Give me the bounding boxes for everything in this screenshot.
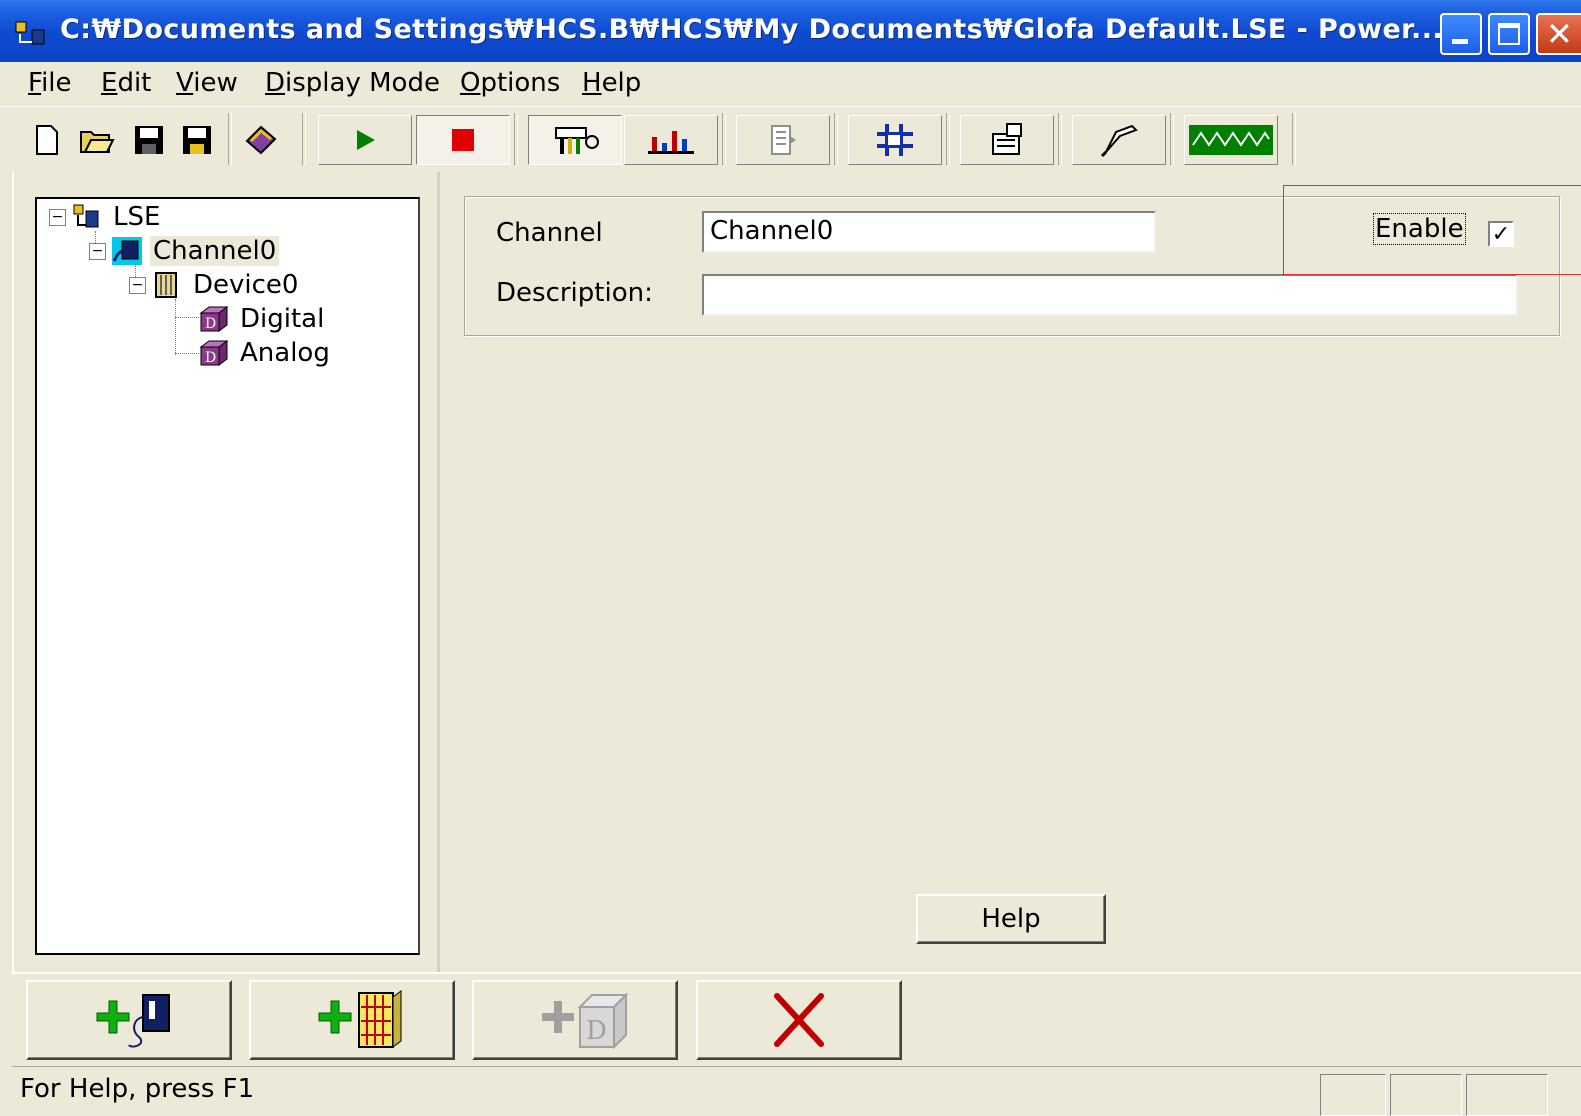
- svg-text:D: D: [205, 350, 216, 366]
- tree-node-digital[interactable]: D Digital: [199, 303, 327, 335]
- description-label: Description:: [496, 278, 653, 308]
- highlight-annotation: [1283, 185, 1581, 275]
- bar-chart-icon: [648, 131, 694, 154]
- title-bar[interactable]: C:₩Documents and Settings₩HCS.B₩HCS₩My D…: [0, 0, 1581, 62]
- collapse-icon[interactable]: −: [49, 208, 66, 226]
- signal-icon: [1189, 125, 1273, 155]
- stop-button[interactable]: [416, 115, 510, 165]
- window-title: C:₩Documents and Settings₩HCS.B₩HCS₩My D…: [60, 14, 1444, 45]
- data-block-icon: D: [199, 340, 229, 366]
- menu-display-mode[interactable]: Display Mode: [265, 68, 440, 98]
- help-button[interactable]: Help: [916, 894, 1106, 944]
- probe-icon: [1100, 124, 1138, 158]
- close-icon: ✕: [1546, 15, 1573, 53]
- status-pane: [1466, 1074, 1548, 1116]
- delete-button[interactable]: [696, 980, 902, 1060]
- save-as-icon: [183, 126, 211, 154]
- grid-icon: [877, 124, 913, 156]
- document-icon: [771, 125, 796, 155]
- menu-file[interactable]: File: [28, 68, 72, 98]
- add-channel-button[interactable]: [26, 980, 232, 1060]
- add-channel-icon: [96, 994, 170, 1048]
- add-device-button[interactable]: [249, 980, 455, 1060]
- collapse-icon[interactable]: −: [129, 276, 146, 294]
- channel-icon: [112, 237, 142, 265]
- tree-label-root: LSE: [113, 202, 161, 232]
- tree-node-analog[interactable]: D Analog: [199, 337, 333, 369]
- run-button[interactable]: [318, 115, 412, 165]
- project-tree[interactable]: − LSE − Channel0 − Device0 D Digital D A…: [35, 197, 420, 955]
- svg-text:D: D: [205, 316, 216, 332]
- add-data-block-icon: D: [542, 992, 629, 1050]
- delete-icon: [774, 993, 824, 1047]
- lse-icon: [73, 204, 99, 228]
- channel-label: Channel: [496, 218, 603, 248]
- channel-name-field[interactable]: Channel0: [702, 211, 1156, 253]
- maximize-button[interactable]: [1488, 13, 1530, 55]
- document-button[interactable]: [736, 115, 830, 165]
- description-field[interactable]: [702, 274, 1518, 316]
- new-file-icon: [36, 125, 58, 155]
- save-as-button[interactable]: [176, 117, 218, 163]
- tree-node-root[interactable]: − LSE: [49, 201, 163, 233]
- chart-button[interactable]: [624, 115, 718, 165]
- menu-view[interactable]: View: [176, 68, 238, 98]
- tools-icon: [555, 127, 599, 154]
- new-button[interactable]: [26, 117, 68, 163]
- save-icon: [135, 126, 163, 154]
- add-data-block-button[interactable]: D: [472, 980, 678, 1060]
- device-icon: [155, 272, 177, 298]
- data-block-icon: D: [199, 306, 229, 332]
- menu-options[interactable]: Options: [460, 68, 560, 98]
- probe-button[interactable]: [1072, 115, 1166, 165]
- maximize-icon: [1498, 23, 1520, 45]
- menu-bar: File Edit View Display Mode Options Help: [0, 62, 1581, 106]
- properties-icon: [992, 123, 1022, 155]
- tree-node-channel[interactable]: − Channel0: [89, 235, 280, 267]
- save-button[interactable]: [128, 117, 170, 163]
- toolbar: [0, 106, 1581, 172]
- properties-button[interactable]: [960, 115, 1054, 165]
- stop-icon: [452, 129, 474, 151]
- status-text: For Help, press F1: [20, 1074, 255, 1104]
- status-pane: [1320, 1074, 1386, 1116]
- collapse-icon[interactable]: −: [89, 242, 106, 260]
- tree-label-analog: Analog: [240, 338, 330, 368]
- run-icon: [357, 130, 375, 150]
- menu-help[interactable]: Help: [582, 68, 641, 98]
- add-device-icon: [318, 990, 402, 1048]
- open-button[interactable]: [76, 117, 118, 163]
- book-icon: [245, 125, 277, 155]
- minimize-button[interactable]: [1440, 13, 1482, 55]
- tree-label-channel: Channel0: [150, 236, 280, 266]
- status-pane: [1390, 1074, 1462, 1116]
- tree-label-device: Device0: [193, 270, 299, 300]
- tree-label-digital: Digital: [240, 304, 325, 334]
- app-icon: [15, 21, 45, 45]
- signal-button[interactable]: [1184, 115, 1278, 165]
- close-button[interactable]: ✕: [1536, 13, 1581, 55]
- tools-button[interactable]: [528, 115, 622, 165]
- open-folder-icon: [80, 131, 115, 153]
- grid-button[interactable]: [848, 115, 942, 165]
- tree-node-device[interactable]: − Device0: [129, 269, 301, 301]
- minimize-icon: [1452, 39, 1468, 44]
- svg-text:D: D: [586, 1016, 607, 1046]
- book-button[interactable]: [240, 117, 282, 163]
- menu-edit[interactable]: Edit: [101, 68, 151, 98]
